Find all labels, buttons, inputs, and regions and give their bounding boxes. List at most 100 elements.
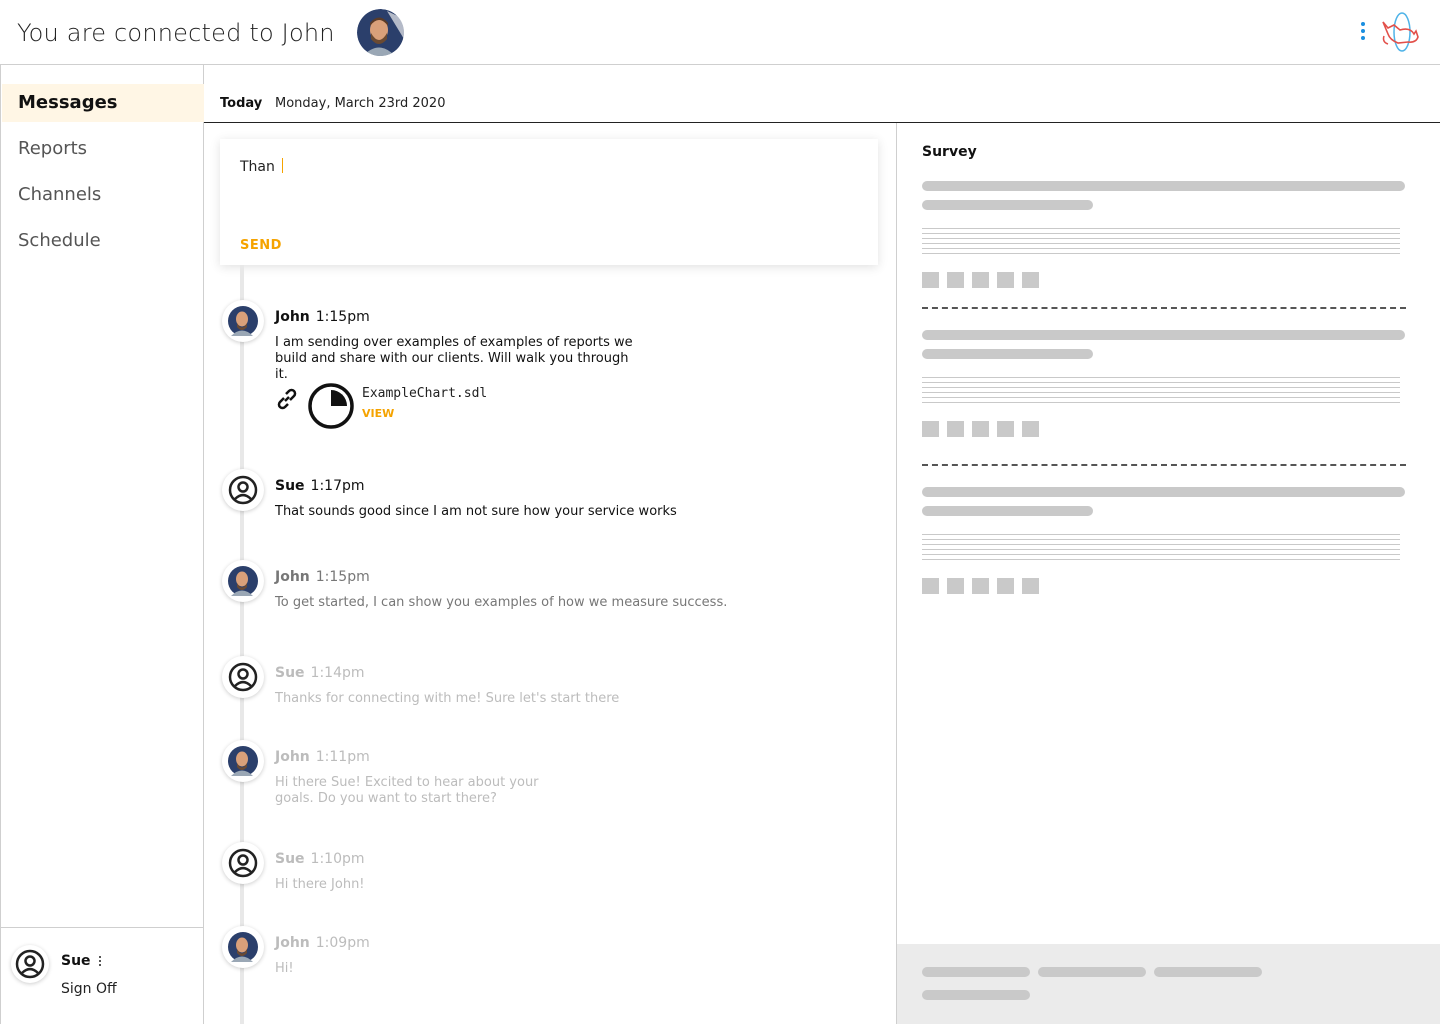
john-avatar (222, 740, 264, 782)
message-author: John (275, 935, 310, 951)
placeholder-line (922, 397, 1400, 398)
current-user-panel: Sue Sign Off (1, 927, 204, 1024)
rating-box[interactable] (972, 272, 989, 288)
placeholder-line (922, 392, 1400, 393)
timeline-line (240, 265, 244, 1024)
placeholder-line (922, 253, 1400, 254)
rating-box[interactable] (972, 578, 989, 594)
section-divider (922, 307, 1406, 309)
survey-footer (897, 944, 1440, 1024)
sign-off-link[interactable]: Sign Off (61, 981, 117, 997)
placeholder-bar (922, 330, 1405, 340)
pie-chart-icon (307, 382, 355, 434)
message-input-value: Than (240, 159, 275, 175)
placeholder-line (922, 387, 1400, 388)
message-text: Hi there John! (275, 877, 365, 892)
placeholder-line (922, 549, 1400, 550)
sue-avatar (222, 842, 264, 884)
date-label: Monday, March 23rd 2020 (275, 96, 446, 111)
message-time: 1:10pm (310, 851, 365, 867)
user-name: Sue (61, 953, 91, 969)
rating-box[interactable] (922, 578, 939, 594)
survey-panel: Survey (896, 123, 1440, 1024)
page-title: You are connected to John (17, 19, 335, 47)
rating-box[interactable] (972, 421, 989, 437)
user-icon (11, 945, 49, 983)
placeholder-bar (922, 200, 1093, 210)
placeholder-line (922, 534, 1400, 535)
section-divider (922, 464, 1406, 466)
placeholder-bar (922, 349, 1093, 359)
attachment[interactable]: ExampleChart.sdl VIEW (275, 382, 575, 432)
rating-box[interactable] (997, 578, 1014, 594)
placeholder-line (922, 243, 1400, 244)
message-author: John (275, 309, 310, 325)
top-bar: You are connected to John (0, 0, 1440, 65)
placeholder-line (922, 544, 1400, 545)
message-time: 1:15pm (315, 569, 370, 585)
placeholder-line (922, 238, 1400, 239)
sidebar-item-schedule[interactable]: Schedule (2, 222, 204, 260)
rating-box[interactable] (997, 272, 1014, 288)
message-author: John (275, 749, 310, 765)
placeholder-line (922, 233, 1400, 234)
chat-panel: Than SEND John 1:15pm I am sending over e… (204, 123, 896, 1024)
placeholder-bar[interactable] (922, 967, 1030, 977)
placeholder-line (922, 228, 1400, 229)
message-author: Sue (275, 478, 305, 494)
placeholder-bar (922, 487, 1405, 497)
message-author: Sue (275, 665, 305, 681)
john-avatar (222, 300, 264, 342)
placeholder-line (922, 382, 1400, 383)
message-text: That sounds good since I am not sure how… (275, 504, 677, 519)
placeholder-line (922, 377, 1400, 378)
placeholder-bar[interactable] (1038, 967, 1146, 977)
message-text: Hi there Sue! Excited to hear about your… (275, 775, 539, 806)
message-time: 1:11pm (315, 749, 370, 765)
placeholder-line (922, 539, 1400, 540)
compose-box[interactable]: Than SEND (220, 139, 878, 265)
sidebar-item-messages[interactable]: Messages (2, 84, 204, 122)
rating-box[interactable] (1022, 421, 1039, 437)
placeholder-line (922, 554, 1400, 555)
john-avatar (222, 926, 264, 968)
kebab-menu-icon[interactable] (1359, 22, 1367, 44)
rating-box[interactable] (1022, 578, 1039, 594)
placeholder-bar (922, 181, 1405, 191)
placeholder-bar[interactable] (922, 990, 1030, 1000)
placeholder-bar[interactable] (1154, 967, 1262, 977)
text-caret (281, 158, 283, 173)
message-time: 1:14pm (310, 665, 365, 681)
sue-avatar (222, 656, 264, 698)
attachment-filename: ExampleChart.sdl (362, 386, 488, 401)
message-text: Hi! (275, 961, 294, 976)
message-author: John (275, 569, 310, 585)
rating-box[interactable] (922, 421, 939, 437)
user-menu-icon[interactable] (99, 956, 103, 968)
rating-box[interactable] (947, 578, 964, 594)
sidebar: Messages Reports Channels Schedule Sue S… (0, 65, 204, 1024)
today-label: Today (220, 96, 263, 111)
message-text: Thanks for connecting with me! Sure let'… (275, 691, 620, 706)
rating-box[interactable] (1022, 272, 1039, 288)
message-time: 1:15pm (315, 309, 370, 325)
message-time: 1:09pm (315, 935, 370, 951)
placeholder-bar (922, 506, 1093, 516)
survey-title: Survey (922, 144, 977, 160)
rating-box[interactable] (997, 421, 1014, 437)
john-avatar[interactable] (357, 9, 404, 56)
view-attachment-button[interactable]: VIEW (362, 407, 394, 420)
rating-box[interactable] (922, 272, 939, 288)
message-author: Sue (275, 851, 305, 867)
message-input[interactable]: Than (240, 158, 283, 175)
sidebar-item-channels[interactable]: Channels (2, 176, 204, 214)
placeholder-line (922, 248, 1400, 249)
rating-box[interactable] (947, 421, 964, 437)
message-text: I am sending over examples of examples o… (275, 335, 633, 382)
message-time: 1:17pm (310, 478, 365, 494)
sidebar-item-reports[interactable]: Reports (2, 130, 204, 168)
message-text: To get started, I can show you examples … (275, 595, 728, 610)
date-bar: Today Monday, March 23rd 2020 (204, 65, 1440, 123)
send-button[interactable]: SEND (240, 238, 282, 253)
rating-box[interactable] (947, 272, 964, 288)
